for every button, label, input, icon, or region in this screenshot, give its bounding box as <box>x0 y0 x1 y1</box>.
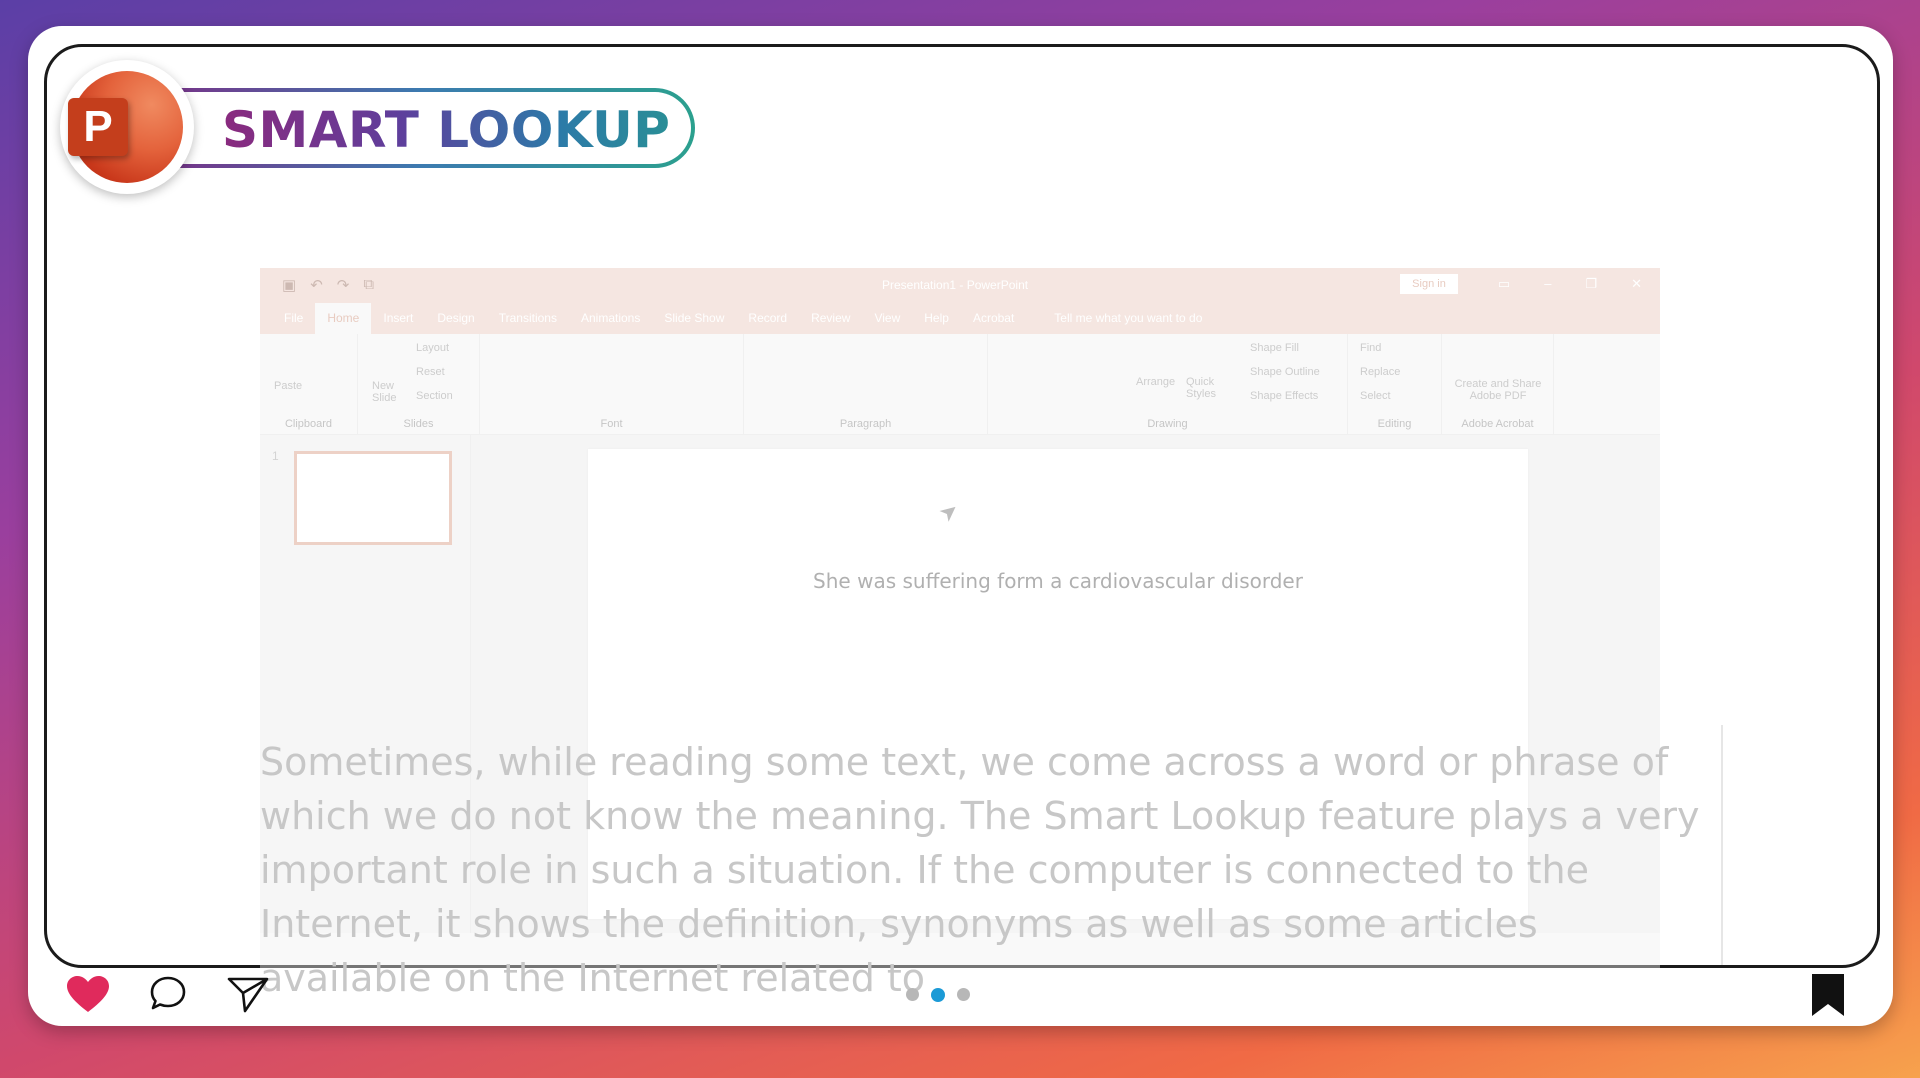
tab-insert[interactable]: Insert <box>371 311 425 334</box>
arrange-button[interactable]: Arrange <box>1136 376 1175 388</box>
create-pdf-label-2: Adobe PDF <box>1469 390 1527 402</box>
minimize-icon[interactable]: – <box>1544 276 1551 292</box>
send-icon[interactable] <box>224 970 272 1018</box>
undo-icon[interactable]: ↶ <box>310 276 323 294</box>
window-title: Presentation1 - PowerPoint <box>882 278 1029 292</box>
tab-help[interactable]: Help <box>912 311 961 334</box>
shape-fill-button[interactable]: Shape Fill <box>1250 342 1299 354</box>
acrobat-group-label: Adobe Acrobat <box>1461 418 1534 430</box>
select-button[interactable]: Select <box>1360 390 1391 402</box>
slides-group: New Slide Layout Reset Section Slides <box>358 334 480 434</box>
quick-styles-button[interactable]: Quick Styles <box>1186 376 1216 400</box>
tab-view[interactable]: View <box>862 311 912 334</box>
paragraph-group: Paragraph <box>744 334 988 434</box>
comment-icon[interactable] <box>144 970 192 1018</box>
replace-button[interactable]: Replace <box>1360 366 1400 378</box>
ribbon: Paste Clipboard New Slide Layout Reset S… <box>260 334 1660 435</box>
tab-animations[interactable]: Animations <box>569 311 652 334</box>
drawing-group-label: Drawing <box>1147 418 1188 430</box>
mouse-cursor-icon: ➤ <box>933 496 964 528</box>
font-group-label: Font <box>600 418 623 430</box>
create-pdf-button[interactable]: Create and Share Adobe PDF <box>1450 378 1546 402</box>
tab-home[interactable]: Home <box>315 303 372 334</box>
sign-in-button[interactable]: Sign in <box>1400 274 1458 294</box>
heart-icon[interactable] <box>64 970 112 1018</box>
title-bar: ▣ ↶ ↷ ⧉ Presentation1 - PowerPoint Sign … <box>260 268 1660 302</box>
reset-button[interactable]: Reset <box>416 366 445 378</box>
description-scrollbar[interactable] <box>1721 725 1723 965</box>
new-slide-label-2: Slide <box>372 392 397 404</box>
tab-review[interactable]: Review <box>799 311 862 334</box>
page-dot-1[interactable] <box>906 988 919 1001</box>
clipboard-group-label: Clipboard <box>284 418 333 430</box>
shape-effects-button[interactable]: Shape Effects <box>1250 390 1318 402</box>
create-pdf-label-1: Create and Share <box>1454 378 1542 390</box>
close-icon[interactable]: ✕ <box>1631 276 1642 292</box>
social-actions <box>64 970 272 1018</box>
tab-record[interactable]: Record <box>736 311 799 334</box>
save-icon[interactable]: ▣ <box>282 276 296 294</box>
slide-text[interactable]: She was suffering form a cardiovascular … <box>588 569 1528 593</box>
redo-icon[interactable]: ↷ <box>337 276 350 294</box>
find-button[interactable]: Find <box>1360 342 1381 354</box>
powerpoint-letter-tile: P <box>68 98 128 156</box>
shape-outline-button[interactable]: Shape Outline <box>1250 366 1320 378</box>
ribbon-display-icon[interactable]: ▭ <box>1498 276 1510 292</box>
editing-group: Find Replace Select Editing <box>1348 334 1442 434</box>
tab-transitions[interactable]: Transitions <box>487 311 569 334</box>
layout-button[interactable]: Layout <box>416 342 449 354</box>
new-slide-label-1: New <box>372 380 395 392</box>
window-controls: ▭ – ❐ ✕ <box>1498 276 1642 292</box>
slide-number: 1 <box>272 449 279 463</box>
slideshow-icon[interactable]: ⧉ <box>363 276 374 294</box>
ribbon-tabs: File Home Insert Design Transitions Anim… <box>260 302 1660 334</box>
bookmark-icon[interactable] <box>1808 972 1848 1018</box>
paste-button[interactable]: Paste <box>274 380 302 392</box>
page-title: SMART LOOKUP <box>222 101 671 159</box>
font-group: Font <box>480 334 744 434</box>
paragraph-group-label: Paragraph <box>839 418 892 430</box>
tab-design[interactable]: Design <box>425 311 486 334</box>
clipboard-group: Paste Clipboard <box>260 334 358 434</box>
tab-acrobat[interactable]: Acrobat <box>961 311 1026 334</box>
quick-styles-label-1: Quick <box>1186 376 1215 388</box>
pagination-dots <box>906 988 970 1002</box>
editing-group-label: Editing <box>1377 418 1412 430</box>
page-dot-2[interactable] <box>931 988 945 1002</box>
restore-icon[interactable]: ❐ <box>1585 276 1597 292</box>
acrobat-group: Create and Share Adobe PDF Adobe Acrobat <box>1442 334 1554 434</box>
quick-access-toolbar: ▣ ↶ ↷ ⧉ <box>282 276 374 294</box>
new-slide-button[interactable]: New Slide <box>372 380 396 404</box>
description-text: Sometimes, while reading some text, we c… <box>260 740 1700 1000</box>
tab-slide-show[interactable]: Slide Show <box>652 311 736 334</box>
page-dot-3[interactable] <box>957 988 970 1001</box>
tab-file[interactable]: File <box>272 311 315 334</box>
slide-thumbnail[interactable] <box>294 451 452 545</box>
slides-group-label: Slides <box>403 418 434 430</box>
quick-styles-label-2: Styles <box>1186 388 1216 400</box>
tell-me-search[interactable]: Tell me what you want to do <box>1026 311 1202 334</box>
drawing-group: Arrange Quick Styles Shape Fill Shape Ou… <box>988 334 1348 434</box>
section-button[interactable]: Section <box>416 390 453 402</box>
